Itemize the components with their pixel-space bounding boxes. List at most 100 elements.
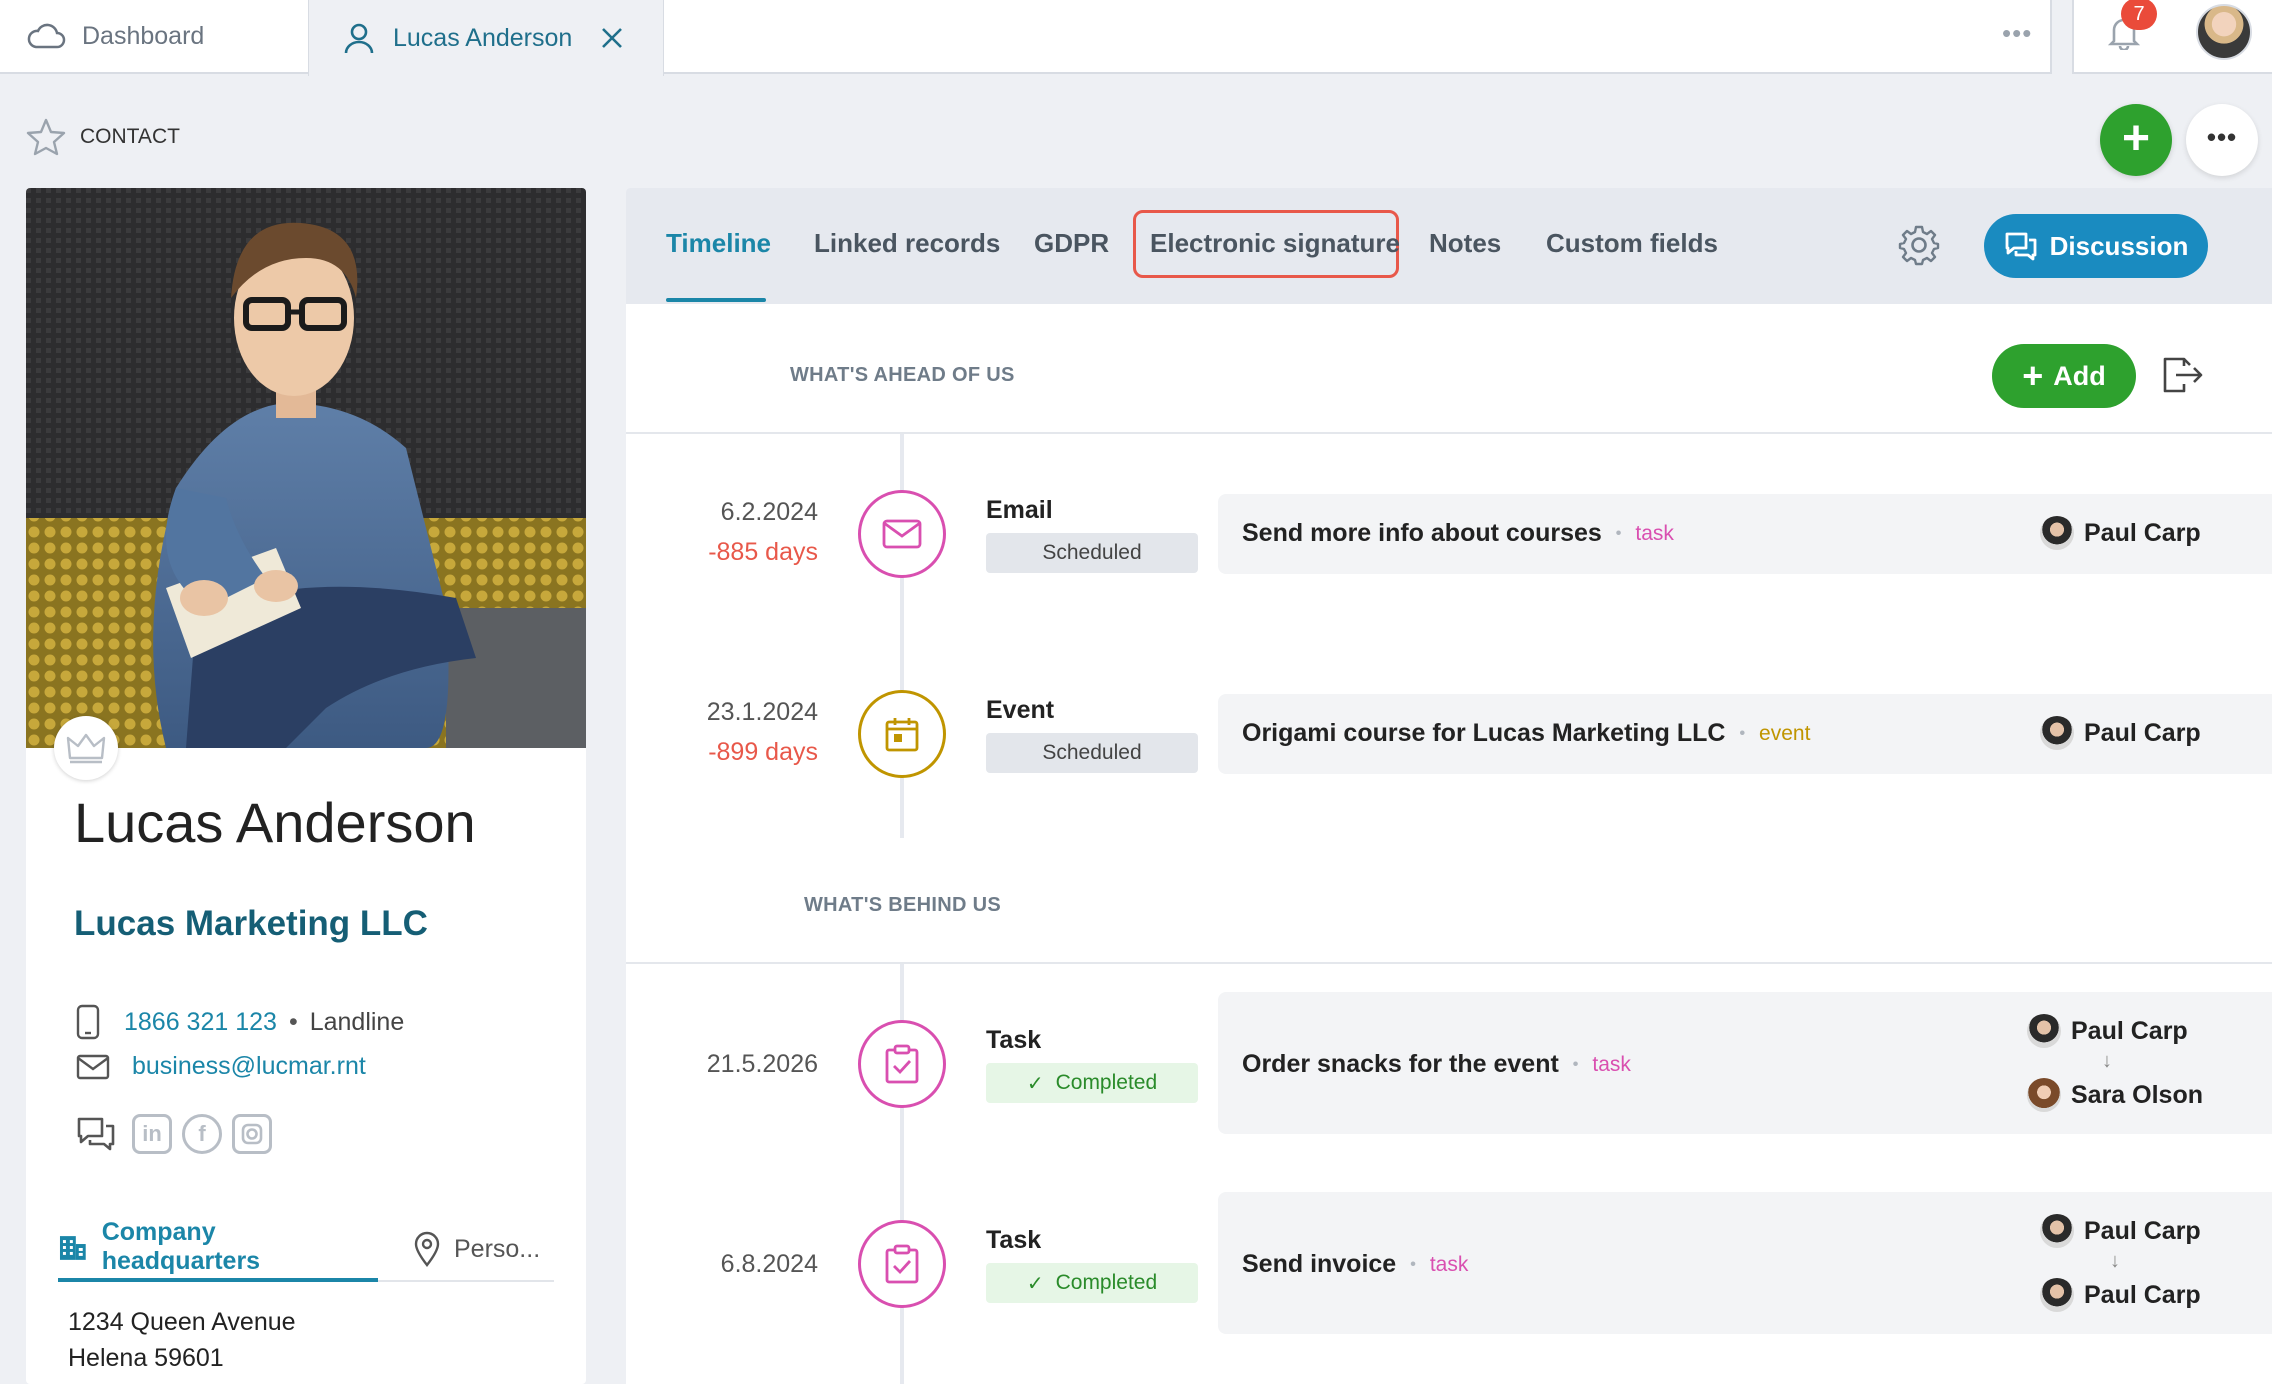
divider: [626, 962, 2272, 964]
status-badge: Scheduled: [986, 733, 1198, 773]
tab-timeline[interactable]: Timeline: [666, 228, 771, 259]
item-title-row: Send more info about courses • task: [1242, 519, 1674, 548]
mobile-phone-icon: [76, 1004, 100, 1040]
assignee-avatar: [2027, 1014, 2061, 1048]
calendar-icon: [885, 718, 919, 752]
tab-linked-records[interactable]: Linked records: [814, 228, 1000, 259]
company-link[interactable]: Lucas Marketing LLC: [74, 904, 428, 944]
title-separator: •: [1615, 524, 1622, 542]
assignee-name: Paul Carp: [2084, 518, 2201, 547]
item-title[interactable]: Order snacks for the event: [1242, 1050, 1559, 1079]
social-links: in f: [76, 1114, 272, 1154]
delegation-arrow-icon: ↓: [2102, 1050, 2112, 1072]
assignee: Paul Carp: [2040, 516, 2201, 550]
assignee-name: Paul Carp: [2084, 718, 2201, 747]
behind-section-label: WHAT'S BEHIND US: [804, 894, 1001, 916]
gear-icon[interactable]: [1898, 224, 1940, 266]
add-button[interactable]: +: [2100, 104, 2172, 176]
status-badge: ✓ Completed: [986, 1263, 1198, 1303]
item-date: 6.2.2024: [720, 498, 818, 526]
status-label: Completed: [1055, 1071, 1158, 1094]
event-type-badge: [858, 690, 946, 778]
tab-contact[interactable]: Lucas Anderson: [308, 0, 664, 76]
status-badge: Scheduled: [986, 533, 1198, 573]
item-tag: task: [1592, 1052, 1631, 1076]
tab-dashboard-label: Dashboard: [82, 21, 205, 50]
user-icon: [344, 23, 374, 54]
discussion-button[interactable]: Discussion: [1984, 214, 2208, 278]
tab-personal-address-label: Perso...: [454, 1234, 541, 1263]
tab-strip: [664, 0, 2052, 74]
section-header: CONTACT: [26, 118, 180, 156]
item-tag: task: [1635, 521, 1674, 545]
crown-icon: [54, 716, 118, 780]
tab-strip-more-icon[interactable]: •••: [2002, 18, 2032, 49]
tab-company-headquarters[interactable]: Company headquarters: [58, 1216, 378, 1282]
divider: [626, 432, 2272, 434]
task-type-badge: [858, 1220, 946, 1308]
assignee-avatar: [2040, 1214, 2074, 1248]
item-kind: Task: [986, 1226, 1042, 1254]
task-type-badge: [858, 1020, 946, 1108]
building-icon: [59, 1236, 86, 1260]
title-separator: •: [1572, 1055, 1579, 1073]
item-title[interactable]: Send more info about courses: [1242, 519, 1602, 548]
item-kind: Email: [986, 496, 1053, 524]
user-avatar[interactable]: [2196, 4, 2252, 60]
add-activity-label: Add: [2053, 360, 2106, 391]
assignee: Paul Carp: [2040, 716, 2201, 750]
item-title[interactable]: Origami course for Lucas Marketing LLC: [1242, 719, 1725, 748]
item-overdue-days: -885 days: [708, 538, 818, 566]
check-icon: ✓: [1026, 1072, 1044, 1095]
email-row: business@lucmar.rnt: [76, 1052, 366, 1081]
section-title: CONTACT: [80, 125, 180, 148]
item-kind: Event: [986, 696, 1055, 724]
contact-name: Lucas Anderson: [74, 791, 476, 854]
add-activity-plus: +: [2022, 355, 2044, 396]
email-link[interactable]: business@lucmar.rnt: [132, 1052, 366, 1081]
clipboard-check-icon: [885, 1044, 919, 1084]
mail-icon: [76, 1054, 110, 1079]
address-city: Helena 59601: [68, 1344, 224, 1372]
notification-badge: 7: [2121, 0, 2157, 30]
close-icon[interactable]: [600, 26, 624, 50]
assignee-name: Paul Carp: [2084, 1280, 2201, 1309]
address-street: 1234 Queen Avenue: [68, 1308, 296, 1336]
tab-custom-fields[interactable]: Custom fields: [1546, 228, 1718, 259]
facebook-icon[interactable]: f: [182, 1114, 222, 1154]
add-activity-button[interactable]: + Add: [1992, 344, 2136, 408]
item-title[interactable]: Send invoice: [1242, 1250, 1396, 1279]
assignee-name: Sara Olson: [2071, 1080, 2203, 1109]
mail-icon: [882, 519, 922, 549]
assignee-name: Paul Carp: [2084, 1216, 2201, 1245]
phone-row: 1866 321 123 • Landline: [76, 1004, 404, 1040]
active-tab-indicator: [666, 298, 766, 302]
more-actions-button[interactable]: •••: [2186, 104, 2258, 176]
clipboard-check-icon: [885, 1244, 919, 1284]
delegated-to: Paul Carp: [2040, 1278, 2201, 1312]
cloud-icon: [27, 23, 66, 49]
item-title-row: Origami course for Lucas Marketing LLC •…: [1242, 719, 1810, 748]
tab-contact-label: Lucas Anderson: [393, 23, 573, 52]
delegated-to: Sara Olson: [2027, 1078, 2203, 1112]
assignee-avatar: [2040, 716, 2074, 750]
tab-gdpr[interactable]: GDPR: [1034, 228, 1109, 259]
map-pin-icon: [414, 1231, 440, 1267]
delegated-from: Paul Carp: [2040, 1214, 2201, 1248]
tab-dashboard[interactable]: Dashboard: [0, 0, 308, 74]
star-icon[interactable]: [26, 118, 66, 156]
email-type-badge: [858, 490, 946, 578]
item-kind: Task: [986, 1026, 1042, 1054]
tab-personal-address[interactable]: Perso...: [414, 1216, 540, 1282]
linkedin-icon[interactable]: in: [132, 1114, 172, 1154]
item-title-row: Order snacks for the event • task: [1242, 1050, 1631, 1079]
item-date: 6.8.2024: [720, 1250, 818, 1278]
chat-icon[interactable]: [76, 1116, 116, 1152]
ahead-section-label: WHAT'S AHEAD OF US: [790, 364, 1015, 386]
discussion-icon: [2005, 232, 2037, 261]
instagram-icon[interactable]: [232, 1114, 272, 1154]
tab-electronic-signature[interactable]: Electronic signature: [1150, 228, 1400, 259]
phone-number[interactable]: 1866 321 123: [124, 1008, 277, 1037]
export-icon[interactable]: [2162, 356, 2204, 394]
tab-notes[interactable]: Notes: [1429, 228, 1501, 259]
